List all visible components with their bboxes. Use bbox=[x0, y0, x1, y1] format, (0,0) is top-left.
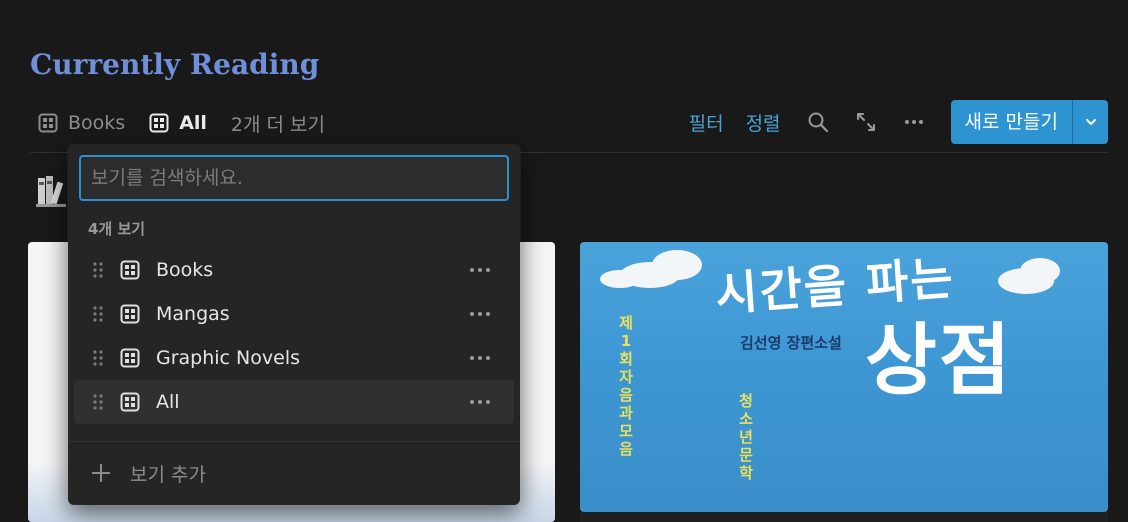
tab-label: Books bbox=[68, 112, 126, 134]
view-search-input[interactable] bbox=[91, 167, 507, 189]
view-item-label: All bbox=[156, 391, 180, 413]
card-footer bbox=[580, 512, 1108, 522]
drag-handle-icon[interactable] bbox=[92, 305, 104, 323]
cover-award-text: 제1회자음과모음 bbox=[619, 314, 633, 458]
board-view-icon bbox=[38, 113, 58, 133]
cover-award-text: 청소년문학 bbox=[739, 392, 753, 482]
page-title: Currently Reading bbox=[30, 48, 320, 81]
view-item-label: Books bbox=[156, 259, 214, 281]
menu-divider bbox=[68, 441, 520, 442]
more-icon[interactable] bbox=[468, 259, 492, 281]
more-icon[interactable] bbox=[468, 303, 492, 325]
add-view-label: 보기 추가 bbox=[130, 463, 206, 486]
cover-author: 김선영 장편소설 bbox=[740, 334, 842, 352]
cover-title-main: 상점 bbox=[865, 316, 1013, 406]
view-item-books[interactable]: Books bbox=[74, 248, 514, 292]
view-list: Books Mangas Graphic Novels All bbox=[74, 248, 514, 424]
view-item-graphic-novels[interactable]: Graphic Novels bbox=[74, 336, 514, 380]
view-item-mangas[interactable]: Mangas bbox=[74, 292, 514, 336]
more-views-link[interactable]: 2개 더 보기 bbox=[231, 110, 325, 137]
board-view-icon bbox=[120, 260, 140, 280]
view-tabs: Books All 2개 더 보기 bbox=[38, 108, 325, 138]
drag-handle-icon[interactable] bbox=[92, 261, 104, 279]
more-icon[interactable] bbox=[903, 111, 925, 133]
cloud-decoration bbox=[652, 250, 702, 280]
sort-button[interactable]: 정렬 bbox=[746, 109, 781, 136]
view-switcher-menu: 4개 보기 Books Mangas Graphic Novels bbox=[68, 145, 520, 505]
toolbar: 필터 정렬 새로 만들기 bbox=[689, 100, 1108, 144]
board-view-icon bbox=[120, 392, 140, 412]
drag-handle-icon[interactable] bbox=[92, 349, 104, 367]
notion-board-page: Currently Reading Books All 2개 더 보기 필터 정… bbox=[0, 0, 1128, 522]
tab-books[interactable]: Books bbox=[38, 112, 125, 134]
view-search-field[interactable] bbox=[79, 155, 509, 201]
new-button-label: 새로 만들기 bbox=[964, 111, 1058, 133]
cloud-decoration bbox=[600, 270, 640, 288]
tab-all[interactable]: All bbox=[149, 112, 207, 134]
expand-icon[interactable] bbox=[855, 111, 877, 133]
board-view-icon bbox=[120, 304, 140, 324]
book-card[interactable]: 시간을 파는 김선영 장편소설 상점 제1회자음과모음 청소년문학 bbox=[580, 242, 1108, 512]
search-icon[interactable] bbox=[807, 111, 829, 133]
drag-handle-icon[interactable] bbox=[92, 393, 104, 411]
new-button[interactable]: 새로 만들기 bbox=[950, 100, 1108, 144]
filter-button[interactable]: 필터 bbox=[689, 109, 724, 136]
more-icon[interactable] bbox=[468, 391, 492, 413]
view-item-all[interactable]: All bbox=[74, 380, 514, 424]
tab-label: All bbox=[179, 112, 207, 134]
chevron-down-icon[interactable] bbox=[1072, 100, 1108, 144]
board-view-icon bbox=[149, 113, 169, 133]
cloud-decoration bbox=[1020, 258, 1060, 284]
plus-icon bbox=[92, 464, 110, 482]
add-view-button[interactable]: 보기 추가 bbox=[90, 457, 206, 489]
view-count-label: 4개 보기 bbox=[88, 220, 146, 238]
books-emoji-icon bbox=[36, 176, 66, 207]
view-item-label: Mangas bbox=[156, 303, 230, 325]
more-icon[interactable] bbox=[468, 347, 492, 369]
board-view-icon bbox=[120, 348, 140, 368]
view-item-label: Graphic Novels bbox=[156, 347, 300, 369]
